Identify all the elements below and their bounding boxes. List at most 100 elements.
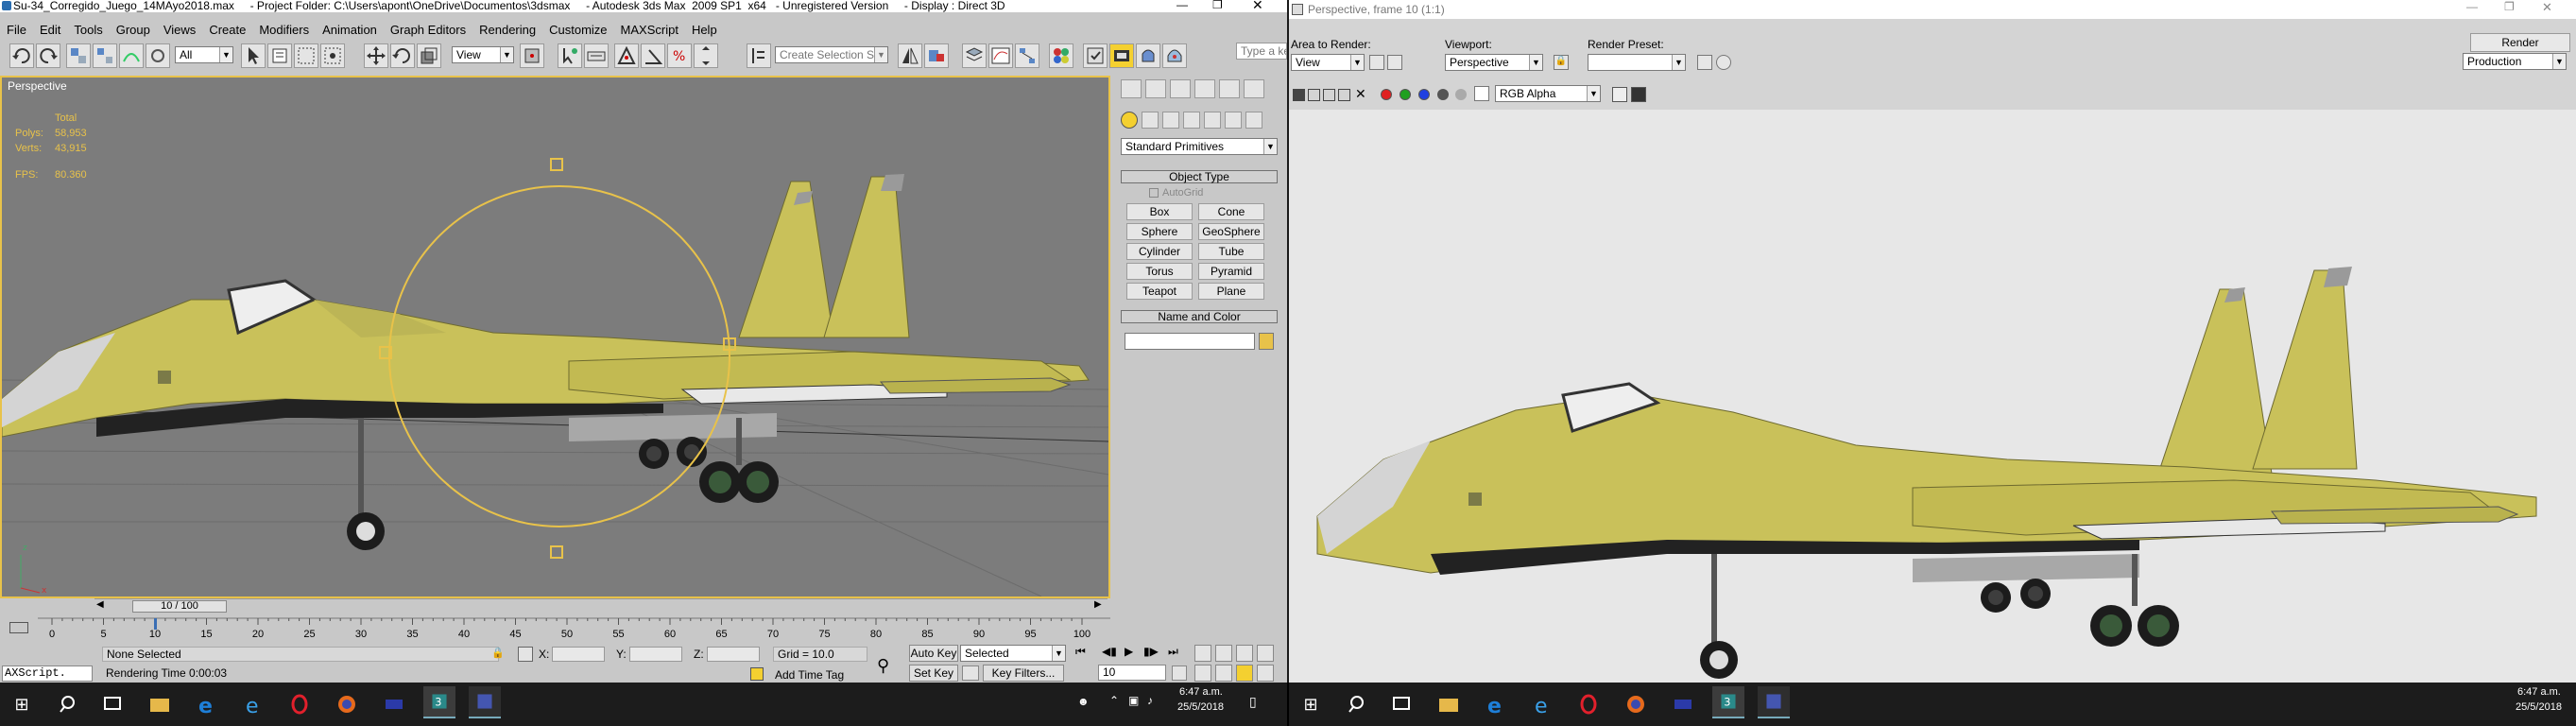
systems-icon[interactable] [1245, 112, 1262, 129]
modify-tab-icon[interactable] [1145, 79, 1166, 98]
internet-explorer-icon[interactable]: e [238, 688, 270, 720]
toggle-ui-overlay-icon[interactable] [1612, 87, 1627, 102]
render-window-taskbar-icon-2[interactable] [1758, 686, 1790, 718]
menu-customize[interactable]: Customize [549, 23, 607, 37]
reference-button[interactable] [146, 43, 170, 68]
set-key-icon[interactable] [962, 666, 979, 681]
perspective-viewport[interactable]: z x Perspective Total Polys: 58,953 Verts… [0, 76, 1110, 598]
background-swatch[interactable] [1474, 86, 1489, 101]
display-tab-icon[interactable] [1219, 79, 1240, 98]
menu-modifiers[interactable]: Modifiers [259, 23, 309, 37]
helpers-icon[interactable] [1204, 112, 1221, 129]
menu-views[interactable]: Views [163, 23, 196, 37]
primitive-category-dropdown[interactable]: Standard Primitives ▼ [1121, 138, 1278, 155]
go-to-start-icon[interactable]: ⏮ [1075, 645, 1086, 659]
su34-jet-model[interactable] [2, 174, 1090, 550]
task-view-icon-2[interactable] [1385, 688, 1417, 720]
render-preset-dropdown[interactable]: ▼ [1588, 54, 1686, 71]
utilities-tab-icon[interactable] [1244, 79, 1264, 98]
maximize-viewport-icon[interactable] [1257, 665, 1274, 682]
shapes-icon[interactable] [1142, 112, 1159, 129]
curve-editor-button[interactable] [988, 43, 1013, 68]
zoom-all-icon[interactable] [1215, 645, 1232, 662]
select-link-button[interactable] [66, 43, 91, 68]
menu-create[interactable]: Create [209, 23, 246, 37]
search-input[interactable]: Type a ke [1236, 43, 1287, 60]
schematic-view-button[interactable] [1015, 43, 1039, 68]
layer-manager-button[interactable] [962, 43, 987, 68]
green-channel-icon[interactable] [1400, 89, 1411, 100]
close-button[interactable]: ✕ [1252, 0, 1263, 13]
toggle-ui-icon[interactable] [1631, 87, 1646, 102]
object-color-swatch[interactable] [1259, 333, 1274, 350]
bind-spacewarp-button[interactable] [119, 43, 144, 68]
menu-file[interactable]: File [7, 23, 26, 37]
menu-rendering[interactable]: Rendering [479, 23, 536, 37]
time-slider-next[interactable]: ▶ [1094, 599, 1102, 610]
render-production-button[interactable] [1136, 43, 1160, 68]
track-bar[interactable]: 0 5 10 15 20 25 30 35 40 45 50 55 60 65 70 75 80 85 90 95 10… [0, 616, 1110, 641]
clock-date-2[interactable]: 25/5/2018 [2516, 701, 2562, 713]
align-button[interactable] [924, 43, 949, 68]
zoom-icon[interactable] [1194, 645, 1211, 662]
area-to-render-dropdown[interactable]: View ▼ [1291, 54, 1365, 71]
menu-help[interactable]: Help [692, 23, 717, 37]
pan-icon[interactable] [1215, 665, 1232, 682]
x-coordinate-field[interactable] [552, 647, 605, 662]
start-button-icon[interactable]: ⊞ [6, 688, 38, 720]
notification-icon[interactable]: ▯ [1249, 694, 1257, 710]
edit-named-selection-button[interactable] [747, 43, 771, 68]
render-restore-button[interactable]: ❐ [2504, 0, 2515, 13]
viewport-dropdown[interactable]: Perspective ▼ [1445, 54, 1543, 71]
task-view-icon[interactable] [96, 688, 129, 720]
search-icon[interactable] [53, 688, 85, 720]
clone-window-icon[interactable] [1323, 89, 1335, 101]
save-image-icon[interactable] [1293, 89, 1305, 101]
minimize-button[interactable]: — [1176, 0, 1188, 11]
region-select-icon[interactable] [1369, 55, 1384, 70]
render-minimize-button[interactable]: — [2466, 0, 2478, 13]
alpha-channel-icon[interactable] [1437, 89, 1449, 100]
angle-snap-button[interactable] [641, 43, 665, 68]
render-setup-icon[interactable] [1697, 55, 1712, 70]
volume-icon[interactable]: ♪ [1147, 694, 1153, 707]
monochrome-icon[interactable] [1455, 89, 1467, 100]
move-button[interactable] [364, 43, 388, 68]
current-frame-field[interactable]: 10 [1098, 665, 1166, 681]
menu-edit[interactable]: Edit [40, 23, 60, 37]
orbit-icon[interactable] [1236, 665, 1253, 682]
render-window-taskbar-icon[interactable] [469, 686, 501, 718]
plane-button[interactable]: Plane [1198, 283, 1264, 300]
tray-chevron-icon[interactable]: ⌃ [1109, 694, 1119, 707]
select-manipulate-button[interactable] [558, 43, 582, 68]
key-icon[interactable]: ⚲ [877, 656, 889, 676]
key-filters-button[interactable]: Key Filters... [983, 665, 1064, 682]
menu-maxscript[interactable]: MAXScript [621, 23, 678, 37]
media-app-icon-2[interactable] [1667, 688, 1699, 720]
geometry-icon[interactable] [1121, 112, 1138, 129]
sphere-button[interactable]: Sphere [1126, 223, 1193, 240]
print-image-icon[interactable] [1338, 89, 1350, 101]
undo-button[interactable] [9, 43, 34, 68]
edge-icon-2[interactable]: e [1480, 688, 1512, 720]
auto-region-icon[interactable] [1387, 55, 1402, 70]
name-color-rollout[interactable]: Name and Color [1121, 310, 1278, 323]
lock-viewport-icon[interactable]: 🔒 [1554, 55, 1569, 70]
pivot-center-button[interactable] [520, 43, 544, 68]
zoom-extents-all-icon[interactable] [1257, 645, 1274, 662]
auto-key-button[interactable]: Auto Key [909, 645, 958, 662]
firefox-icon[interactable] [331, 688, 363, 720]
copy-image-icon[interactable] [1308, 89, 1320, 101]
red-channel-icon[interactable] [1381, 89, 1392, 100]
geosphere-button[interactable]: GeoSphere [1198, 223, 1264, 240]
hierarchy-tab-icon[interactable] [1170, 79, 1191, 98]
redo-button[interactable] [36, 43, 60, 68]
create-tab-icon[interactable] [1121, 79, 1142, 98]
network-icon[interactable]: ▣ [1128, 694, 1139, 707]
menu-graph-editors[interactable]: Graph Editors [390, 23, 466, 37]
teapot-button[interactable]: Teapot [1126, 283, 1193, 300]
time-slider[interactable]: ◀ 10 / 100 ▶ [94, 598, 1108, 614]
media-app-icon[interactable] [378, 688, 410, 720]
mini-curve-editor-icon[interactable] [9, 622, 28, 633]
environment-icon[interactable] [1716, 55, 1731, 70]
